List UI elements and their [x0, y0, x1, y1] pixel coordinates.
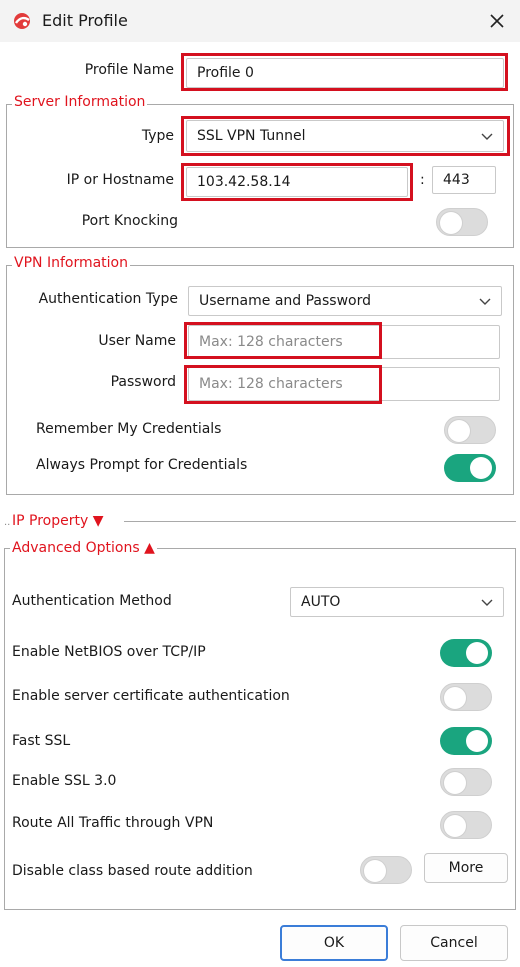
fast-ssl-toggle[interactable] — [440, 727, 492, 755]
port-input[interactable]: 443 — [432, 166, 496, 194]
password-placeholder: Max: 128 characters — [199, 376, 343, 392]
toggle-knob — [466, 642, 488, 664]
chevron-down-icon — [481, 133, 493, 140]
netbios-toggle[interactable] — [440, 639, 492, 667]
port-knocking-label: Port Knocking — [81, 213, 178, 229]
port-value: 443 — [443, 172, 470, 188]
username-input[interactable]: Max: 128 characters — [188, 325, 500, 359]
class-route-label: Disable class based route addition — [12, 863, 253, 879]
chevron-down-icon — [481, 599, 493, 606]
ip-property-toggle[interactable]: IP Property ▼ — [12, 513, 104, 529]
always-prompt-toggle[interactable] — [444, 454, 496, 482]
close-button[interactable] — [484, 8, 510, 34]
profile-name-value: Profile 0 — [197, 65, 254, 81]
route-all-toggle[interactable] — [440, 811, 492, 839]
toggle-knob — [444, 687, 466, 709]
username-label: User Name — [98, 333, 176, 349]
cert-auth-label: Enable server certificate authentication — [12, 688, 290, 704]
ok-button[interactable]: OK — [280, 925, 388, 961]
host-input[interactable]: 103.42.58.14 — [186, 167, 408, 197]
toggle-knob — [444, 815, 466, 837]
type-value: SSL VPN Tunnel — [197, 128, 306, 144]
window-title: Edit Profile — [42, 11, 128, 30]
collapse-dots: ·· — [4, 520, 11, 531]
advanced-options-toggle[interactable]: Advanced Options ▲ — [10, 540, 157, 556]
host-label: IP or Hostname — [66, 172, 174, 188]
ip-property-label: IP Property — [12, 513, 89, 529]
server-information-legend: Server Information — [12, 94, 148, 110]
password-label: Password — [110, 374, 176, 390]
password-input[interactable]: Max: 128 characters — [188, 367, 500, 401]
toggle-knob — [364, 860, 386, 882]
netbios-label: Enable NetBIOS over TCP/IP — [12, 644, 206, 660]
toggle-knob — [470, 457, 492, 479]
cert-auth-toggle[interactable] — [440, 683, 492, 711]
toggle-knob — [448, 420, 470, 442]
type-select[interactable]: SSL VPN Tunnel — [186, 120, 504, 152]
ip-property-divider — [124, 521, 516, 522]
toggle-knob — [440, 212, 462, 234]
ssl3-toggle[interactable] — [440, 768, 492, 796]
auth-method-select[interactable]: AUTO — [290, 587, 504, 617]
advanced-options-label: Advanced Options — [12, 540, 140, 556]
remember-credentials-label: Remember My Credentials — [36, 421, 222, 437]
toggle-knob — [466, 730, 488, 752]
host-value: 103.42.58.14 — [197, 174, 291, 190]
close-icon — [490, 14, 504, 28]
type-label: Type — [141, 128, 174, 144]
username-placeholder: Max: 128 characters — [199, 334, 343, 350]
vpn-information-legend: VPN Information — [12, 255, 130, 271]
port-knocking-toggle[interactable] — [436, 208, 488, 236]
collapse-arrow-icon: ▲ — [144, 540, 155, 556]
auth-type-value: Username and Password — [199, 293, 371, 309]
auth-type-select[interactable]: Username and Password — [188, 286, 502, 316]
profile-name-label: Profile Name — [84, 62, 174, 78]
cancel-button[interactable]: Cancel — [400, 925, 508, 961]
ssl3-label: Enable SSL 3.0 — [12, 773, 117, 789]
auth-method-value: AUTO — [301, 594, 341, 610]
route-all-label: Route All Traffic through VPN — [12, 815, 214, 831]
remember-credentials-toggle[interactable] — [444, 416, 496, 444]
toggle-knob — [444, 772, 466, 794]
always-prompt-label: Always Prompt for Credentials — [36, 457, 248, 473]
expand-arrow-icon: ▼ — [92, 513, 104, 529]
auth-method-label: Authentication Method — [12, 593, 172, 609]
class-route-toggle[interactable] — [360, 856, 412, 884]
chevron-down-icon — [479, 298, 491, 305]
profile-name-input[interactable]: Profile 0 — [186, 58, 504, 88]
app-logo-icon — [14, 13, 30, 29]
auth-type-label: Authentication Type — [38, 291, 178, 307]
port-separator: : — [420, 172, 425, 188]
fast-ssl-label: Fast SSL — [12, 733, 71, 749]
more-button[interactable]: More — [424, 853, 508, 883]
